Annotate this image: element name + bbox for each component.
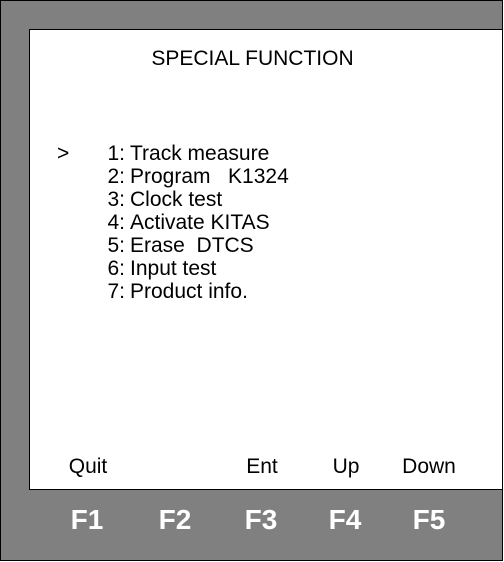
menu-item-number: 2:	[107, 165, 125, 188]
screen-title: SPECIAL FUNCTION	[151, 47, 354, 70]
menu-item-label: Clock test	[130, 188, 223, 211]
softkey-label-down: Down	[402, 455, 456, 478]
menu-item-number: 5:	[107, 234, 125, 257]
softkey-label-up: Up	[332, 455, 360, 478]
f3-key[interactable]: F3	[245, 503, 278, 537]
menu-item-number: 3:	[107, 188, 125, 211]
menu-item-number: 6:	[107, 257, 125, 280]
softkey-label-ent: Ent	[246, 455, 278, 478]
menu-item-label: Product info.	[130, 280, 248, 303]
f5-key[interactable]: F5	[413, 503, 446, 537]
menu-item-label: Erase DTCS	[130, 234, 254, 257]
selection-cursor: >	[57, 142, 70, 165]
menu-item-number: 7:	[107, 280, 125, 303]
menu-item-label: Input test	[130, 257, 217, 280]
menu-item-number: 1:	[107, 142, 125, 165]
menu-item-label: Activate KITAS	[130, 211, 270, 234]
menu-item-label: Track measure	[130, 142, 270, 165]
device-panel: SPECIAL FUNCTION > 1: Track measure 2: P…	[0, 0, 503, 561]
f1-key[interactable]: F1	[71, 503, 104, 537]
menu-item-label: Program K1324	[130, 165, 289, 188]
menu-item-number: 4:	[107, 211, 125, 234]
softkey-label-quit: Quit	[68, 455, 108, 478]
f2-key[interactable]: F2	[159, 503, 192, 537]
f4-key[interactable]: F4	[329, 503, 362, 537]
display-screen: SPECIAL FUNCTION > 1: Track measure 2: P…	[29, 29, 502, 490]
